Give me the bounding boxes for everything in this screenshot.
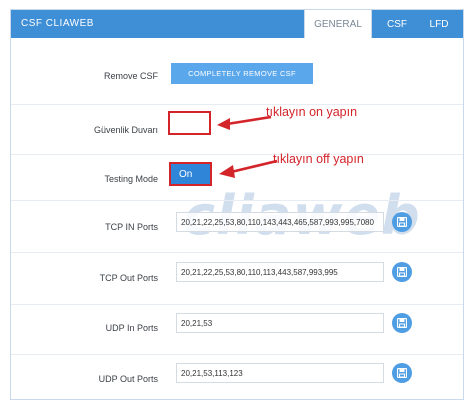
save-udp-out-button[interactable] bbox=[392, 363, 412, 383]
floppy-disk-icon bbox=[397, 318, 407, 328]
app-title: CSF CLIAWEB bbox=[21, 18, 94, 29]
remove-csf-label: Remove CSF bbox=[103, 71, 158, 81]
tab-general[interactable]: GENERAL bbox=[304, 10, 372, 38]
udp-in-input[interactable]: 20,21,53 bbox=[176, 313, 384, 333]
annotation-testing-mode: tıklayın off yapın bbox=[273, 152, 364, 166]
tab-lfd[interactable]: LFD bbox=[421, 10, 457, 38]
tab-csf[interactable]: CSF bbox=[381, 10, 413, 38]
annotation-firewall: tıklayın on yapın bbox=[266, 105, 358, 119]
floppy-disk-icon bbox=[397, 217, 407, 227]
completely-remove-csf-button[interactable]: COMPLETELY REMOVE CSF bbox=[171, 63, 313, 84]
csf-panel: CSF CLIAWEB GENERAL CSF LFD Remove CSF C… bbox=[10, 9, 464, 400]
tcp-out-input[interactable]: 20,21,22,25,53,80,110,113,443,587,993,99… bbox=[176, 262, 384, 282]
tcp-out-label: TCP Out Ports bbox=[99, 273, 158, 283]
arrow-firewall-icon bbox=[217, 115, 272, 130]
testing-mode-value: On bbox=[179, 168, 193, 180]
firewall-label: Güvenlik Duvarı bbox=[93, 125, 158, 135]
udp-in-label: UDP In Ports bbox=[105, 323, 158, 333]
floppy-disk-icon bbox=[397, 267, 407, 277]
udp-out-label: UDP Out Ports bbox=[98, 374, 158, 384]
floppy-disk-icon bbox=[397, 368, 407, 378]
firewall-toggle[interactable] bbox=[168, 111, 211, 135]
arrow-testing-mode-icon bbox=[219, 159, 278, 178]
save-tcp-in-button[interactable] bbox=[392, 212, 412, 232]
testing-mode-toggle[interactable]: On bbox=[169, 162, 212, 186]
tcp-in-label: TCP IN Ports bbox=[105, 222, 158, 232]
header-bar: CSF CLIAWEB GENERAL CSF LFD bbox=[11, 10, 463, 38]
tcp-in-input[interactable]: 20,21,22,25,53,80,110,143,443,465,587,99… bbox=[176, 212, 384, 232]
udp-out-input[interactable]: 20,21,53,113,123 bbox=[176, 363, 384, 383]
save-udp-in-button[interactable] bbox=[392, 313, 412, 333]
save-tcp-out-button[interactable] bbox=[392, 262, 412, 282]
testing-mode-label: Testing Mode bbox=[104, 174, 158, 184]
